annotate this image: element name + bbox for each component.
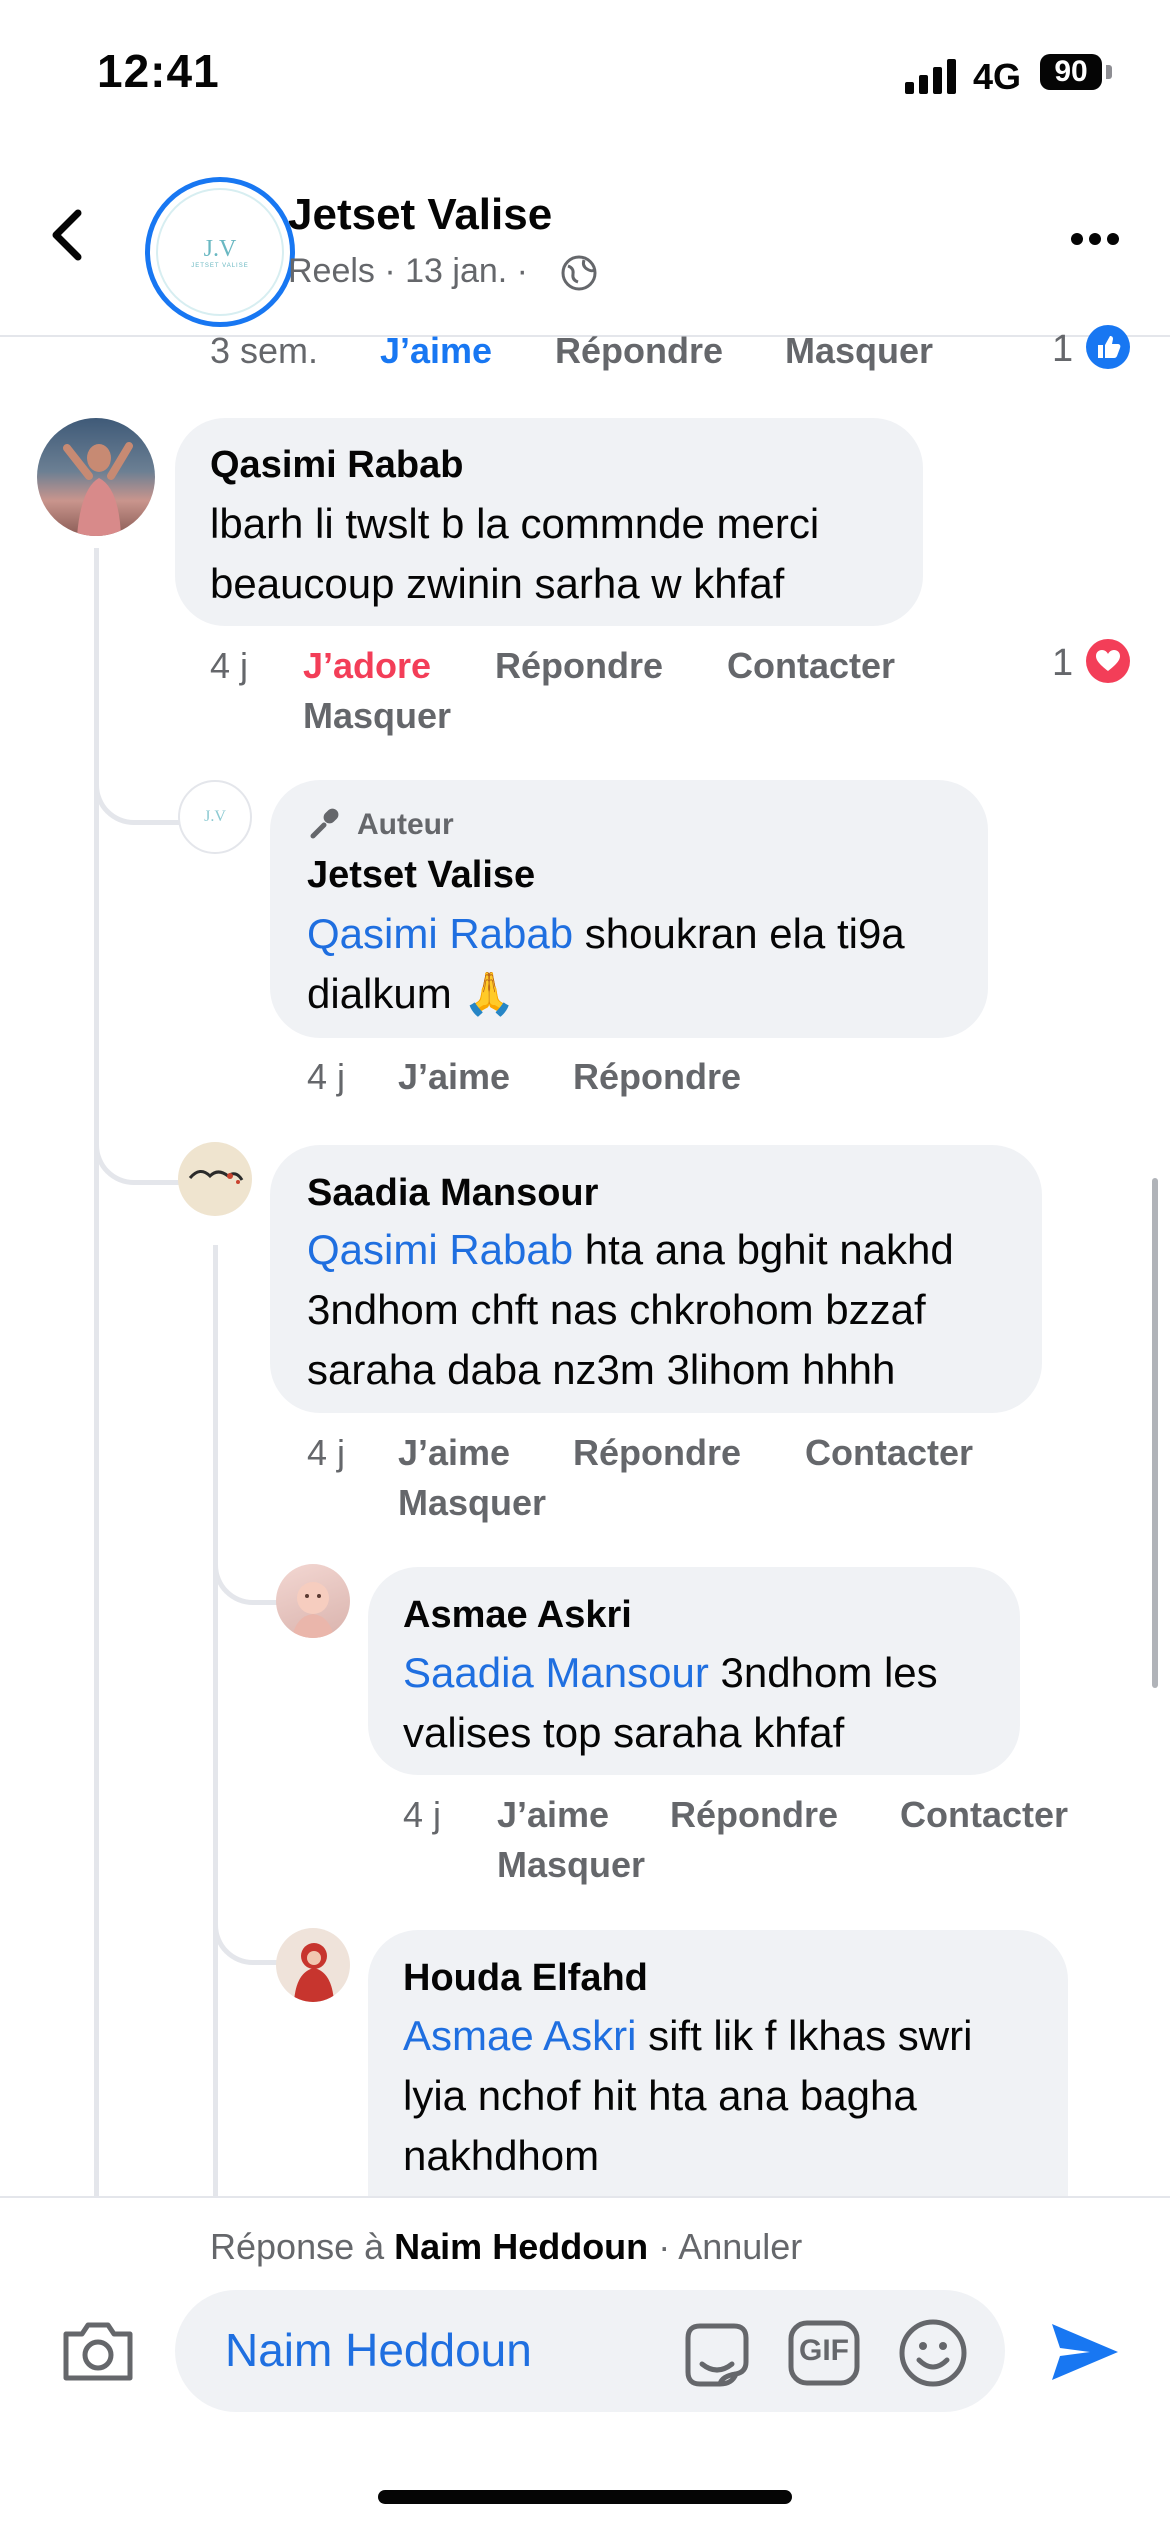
signal-icon	[905, 58, 959, 94]
cancel-reply-button[interactable]: · Annuler	[658, 2226, 802, 2267]
mention-link[interactable]: Asmae Askri	[403, 2012, 636, 2059]
prev-reply-button[interactable]: Répondre	[555, 330, 723, 372]
prev-time: 3 sem.	[210, 330, 319, 371]
reply-button[interactable]: Répondre	[573, 1056, 741, 1098]
avatar[interactable]	[178, 1142, 252, 1216]
avatar[interactable]	[37, 418, 155, 536]
thread-connector	[213, 1860, 280, 1965]
comment-text: lyia nchof hit hta ana bagha	[403, 2072, 917, 2119]
comment-text: lbarh li twslt b la commnde merci	[210, 500, 820, 547]
author-badge: Auteur	[357, 808, 454, 841]
comment-text: nakhdhom	[403, 2132, 600, 2179]
avatar[interactable]	[276, 1928, 350, 2002]
thread-connector	[94, 720, 183, 825]
mention-link[interactable]: Qasimi Rabab	[307, 1226, 573, 1273]
comment-text: saraha daba nz3m 3lihom hhhh	[307, 1346, 896, 1393]
status-time: 12:41	[97, 45, 220, 97]
contact-button[interactable]: Contacter	[727, 645, 895, 687]
reply-target-name: Naim Heddoun	[394, 2226, 649, 2267]
comment-author[interactable]: Saadia Mansour	[307, 1172, 598, 1215]
microphone-icon	[307, 806, 343, 842]
comment-text: Asmae Askri sift lik f lkhas swri	[403, 2012, 973, 2059]
reaction-count: 1	[1052, 642, 1074, 684]
comment-text: Saadia Mansour 3ndhom les	[403, 1649, 938, 1696]
comment-time: 4 j	[210, 645, 249, 686]
emoji-icon[interactable]	[898, 2318, 968, 2388]
comment-author[interactable]: Asmae Askri	[403, 1594, 632, 1637]
love-reaction-button[interactable]: J’adore	[303, 645, 431, 687]
camera-icon[interactable]	[60, 2318, 136, 2384]
comment-text: Qasimi Rabab hta ana bghit nakhd	[307, 1226, 954, 1273]
network-label: 4G	[973, 56, 1022, 97]
scrollbar[interactable]	[1152, 1178, 1158, 1688]
thread-connector	[213, 1500, 280, 1605]
hide-button[interactable]: Masquer	[303, 695, 451, 737]
like-button[interactable]: J’aime	[497, 1794, 609, 1836]
thread-line-nested	[213, 1245, 218, 2196]
comment-time: 4 j	[403, 1794, 442, 1835]
mention-link[interactable]: Saadia Mansour	[403, 1649, 709, 1696]
avatar-tagline: JETSET VALISE	[191, 262, 249, 269]
thread-connector	[94, 1080, 183, 1185]
battery-icon: 90	[1040, 54, 1102, 90]
prev-hide-button[interactable]: Masquer	[785, 330, 933, 372]
globe-icon	[560, 254, 598, 292]
back-arrow-icon[interactable]	[48, 205, 88, 265]
page-title[interactable]: Jetset Valise	[288, 190, 552, 240]
hide-button[interactable]: Masquer	[398, 1482, 546, 1524]
post-subtitle: Reels · 13 jan. ·	[288, 252, 528, 290]
comment-input[interactable]	[225, 2318, 625, 2382]
comment-author[interactable]: Jetset Valise	[307, 854, 535, 897]
reply-button[interactable]: Répondre	[573, 1432, 741, 1474]
prev-comment-meta: 3 sem.	[210, 330, 318, 372]
comment-text: beaucoup zwinin sarha w khfaf	[210, 560, 785, 607]
comment-time: 4 j	[307, 1056, 346, 1097]
gif-label: GIF	[799, 2334, 849, 2367]
comment-author[interactable]: Houda Elfahd	[403, 1957, 648, 2000]
sticker-icon[interactable]	[680, 2318, 754, 2392]
prev-like-count: 1	[1052, 328, 1074, 370]
page-avatar[interactable]: J.V JETSET VALISE	[145, 177, 295, 327]
battery-tip	[1106, 65, 1112, 79]
comment-text: 3ndhom chft nas chkrohom bzzaf	[307, 1286, 926, 1333]
gif-icon[interactable]: GIF	[788, 2320, 860, 2386]
like-button[interactable]: J’aime	[398, 1432, 510, 1474]
hide-button[interactable]: Masquer	[497, 1844, 645, 1886]
heart-reaction-icon	[1086, 639, 1130, 683]
reply-button[interactable]: Répondre	[670, 1794, 838, 1836]
like-reaction-icon	[1086, 325, 1130, 369]
mention-link[interactable]: Qasimi Rabab	[307, 910, 573, 957]
send-icon[interactable]	[1050, 2320, 1120, 2384]
more-options-icon[interactable]	[1070, 232, 1120, 246]
avatar-monogram: J.V	[203, 235, 237, 262]
contact-button[interactable]: Contacter	[805, 1432, 973, 1474]
comment-text: valises top saraha khfaf	[403, 1709, 845, 1756]
like-button[interactable]: J’aime	[398, 1056, 510, 1098]
prev-like-button[interactable]: J’aime	[380, 330, 492, 372]
page-avatar-small[interactable]: J.V	[178, 780, 252, 854]
reply-button[interactable]: Répondre	[495, 645, 663, 687]
comment-text: dialkum 🙏	[307, 970, 516, 1017]
comment-time: 4 j	[307, 1432, 346, 1473]
comment-author[interactable]: Qasimi Rabab	[210, 444, 463, 487]
replying-to: Réponse à Naim Heddoun · Annuler	[210, 2226, 803, 2267]
home-indicator	[378, 2490, 792, 2504]
comment-text: Qasimi Rabab shoukran ela ti9a	[307, 910, 905, 957]
contact-button[interactable]: Contacter	[900, 1794, 1068, 1836]
avatar[interactable]	[276, 1564, 350, 1638]
